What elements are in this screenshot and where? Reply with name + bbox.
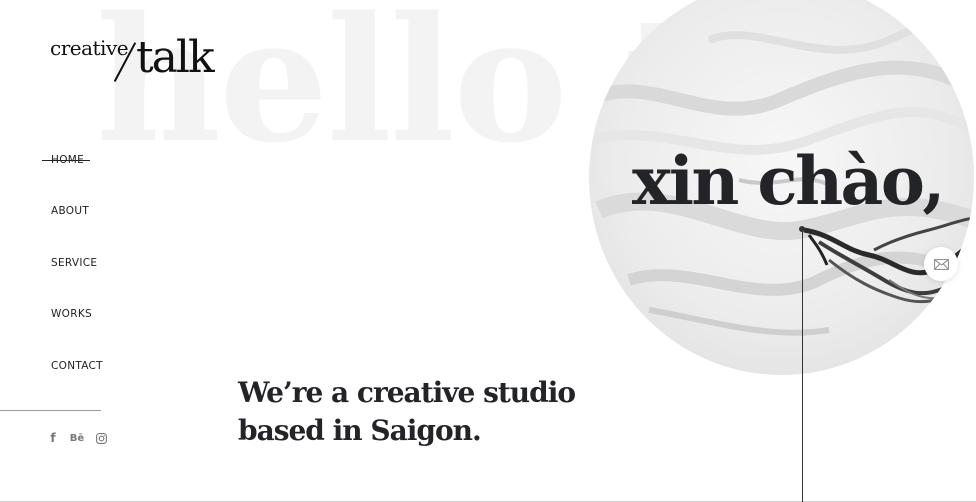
logo-text-creative: creative: [50, 36, 129, 60]
nav-item-about[interactable]: ABOUT: [51, 203, 103, 254]
hero-greeting: xin chào,: [632, 142, 945, 220]
page: hello the creative talk HOME ABOUT SERVI…: [0, 0, 976, 502]
instagram-icon[interactable]: [89, 430, 113, 446]
mail-button[interactable]: [924, 247, 958, 281]
behance-icon[interactable]: Bē: [65, 430, 89, 446]
mail-icon: [933, 258, 949, 270]
nav-item-service[interactable]: SERVICE: [51, 255, 103, 306]
nav-item-works[interactable]: WORKS: [51, 306, 103, 357]
main-nav: HOME ABOUT SERVICE WORKS CONTACT: [42, 152, 103, 409]
tagline-line-2: based in Saigon.: [238, 414, 482, 447]
facebook-icon[interactable]: f: [41, 430, 65, 446]
logo-text-talk: talk: [136, 32, 215, 83]
sidebar-divider: [0, 410, 101, 411]
hero-tagline: We’re a creative studio based in Saigon.: [238, 374, 598, 450]
nav-item-home[interactable]: HOME: [42, 152, 103, 203]
vertical-line: [802, 228, 803, 502]
social-links: f Bē: [41, 430, 113, 446]
nav-item-contact[interactable]: CONTACT: [51, 358, 103, 409]
tagline-line-1: We’re a creative studio: [238, 376, 576, 409]
logo[interactable]: creative talk: [50, 30, 230, 86]
